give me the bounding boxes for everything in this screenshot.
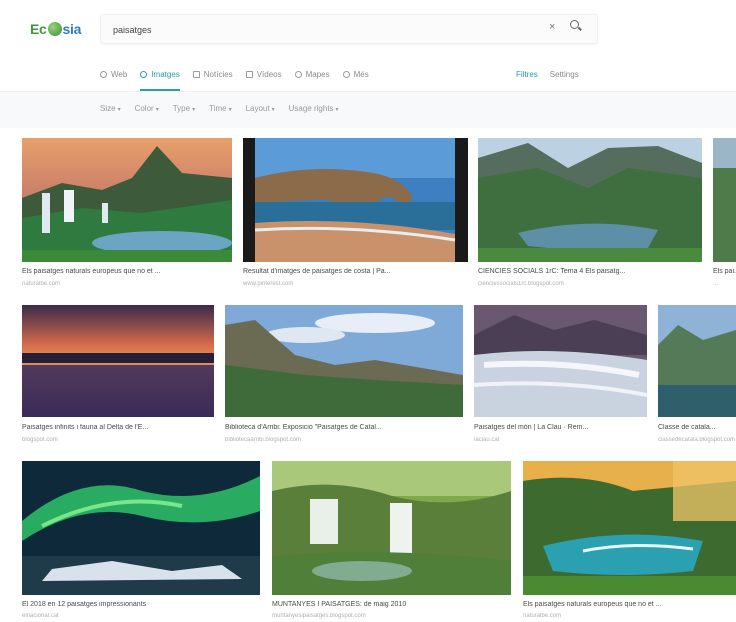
result-caption[interactable]: MUNTANYES I PAISATGES: de maig 2010 bbox=[272, 601, 511, 608]
result-source: naturalbe.com bbox=[523, 613, 562, 619]
result-image[interactable] bbox=[523, 461, 736, 595]
result-source: elnacional.cat bbox=[22, 613, 59, 619]
result-caption[interactable]: Els paisatges naturals europeus que no e… bbox=[22, 268, 232, 275]
filter-size[interactable]: Size ▾ bbox=[100, 104, 121, 113]
filter-time[interactable]: Time ▾ bbox=[209, 104, 232, 113]
header-right-links: Filtres Settings bbox=[516, 66, 579, 82]
result-image[interactable] bbox=[658, 305, 736, 417]
result-image[interactable] bbox=[272, 461, 511, 595]
search-input[interactable] bbox=[113, 21, 533, 39]
filters-link[interactable]: Filtres bbox=[516, 70, 538, 79]
tab-videos[interactable]: Vídeos bbox=[245, 66, 282, 82]
filter-usage-rights[interactable]: Usage rights ▾ bbox=[289, 104, 339, 113]
tab-images[interactable]: Imatges bbox=[140, 66, 181, 91]
magnifier-icon bbox=[100, 70, 107, 78]
clear-icon[interactable]: × bbox=[549, 21, 555, 33]
header: Ec sia × Web Imatges Notícies Vídeos Map… bbox=[0, 0, 736, 92]
result-caption[interactable]: Biblioteca d'Arribi: Exposició "Paisatge… bbox=[225, 424, 463, 431]
result-caption[interactable]: CIÈNCIES SOCIALS 1rC: Tema 4 Els paisatg… bbox=[478, 268, 702, 275]
result-caption[interactable]: Paisatges infinits i fauna al Delta de l… bbox=[22, 424, 214, 431]
tab-maps[interactable]: Mapes bbox=[294, 66, 330, 82]
result-source: ... bbox=[713, 281, 719, 287]
filter-bar: Size ▾ Color ▾ Type ▾ Time ▾ Layout ▾ Usage r… bbox=[0, 92, 736, 128]
result-caption[interactable]: Els paisatges naturals europeus que no e… bbox=[523, 601, 736, 608]
filter-color[interactable]: Color ▾ bbox=[135, 104, 159, 113]
tab-news[interactable]: Notícies bbox=[192, 66, 233, 82]
result-source: naturalbe.com bbox=[22, 281, 61, 287]
tab-more[interactable]: Més bbox=[342, 66, 369, 82]
result-image[interactable] bbox=[478, 138, 702, 262]
globe-icon bbox=[47, 22, 62, 36]
result-image[interactable] bbox=[22, 305, 214, 417]
settings-link[interactable]: Settings bbox=[550, 70, 579, 79]
search-tabs: Web Imatges Notícies Vídeos Mapes Més bbox=[100, 66, 382, 91]
result-source: classedecatala.blogspot.com bbox=[658, 437, 736, 443]
result-image[interactable] bbox=[22, 461, 260, 595]
filter-type[interactable]: Type ▾ bbox=[173, 104, 195, 113]
result-source: www.pinterest.com bbox=[243, 281, 294, 287]
result-source: blogspot.com bbox=[22, 437, 58, 443]
result-source: muntanyesipaisatges.blogspot.com bbox=[272, 613, 366, 619]
result-source: bibliotecaarribi.blogspot.com bbox=[225, 437, 302, 443]
newspaper-icon bbox=[192, 70, 200, 78]
result-source: laclau.cat bbox=[474, 437, 500, 443]
result-caption[interactable]: Paisatges del món | La Clau · Rem... bbox=[474, 424, 647, 431]
map-pin-icon bbox=[294, 70, 302, 78]
more-icon bbox=[342, 70, 350, 78]
result-image[interactable] bbox=[225, 305, 463, 417]
image-icon bbox=[140, 70, 148, 78]
result-caption[interactable]: Classe de catala... bbox=[658, 424, 736, 431]
result-image[interactable] bbox=[713, 138, 736, 262]
result-caption[interactable]: El 2018 en 12 paisatges impressionants bbox=[22, 601, 260, 608]
filter-layout[interactable]: Layout ▾ bbox=[246, 104, 275, 113]
ecosia-logo[interactable]: Ec sia bbox=[30, 18, 81, 40]
tab-web[interactable]: Web bbox=[100, 66, 127, 82]
result-image[interactable] bbox=[22, 138, 232, 262]
search-box bbox=[100, 14, 598, 44]
result-caption[interactable]: Resultat d'imatges de paisatges de costa… bbox=[243, 268, 468, 275]
result-image[interactable] bbox=[243, 138, 468, 262]
result-image[interactable] bbox=[474, 305, 647, 417]
search-icon[interactable] bbox=[569, 19, 583, 33]
result-source: cienciessocials1rc.blogspot.com bbox=[478, 281, 564, 287]
play-icon bbox=[245, 70, 253, 78]
filter-options: Size ▾ Color ▾ Type ▾ Time ▾ Layout ▾ Usage r… bbox=[100, 104, 353, 113]
result-caption[interactable]: Els pai... bbox=[713, 268, 736, 275]
